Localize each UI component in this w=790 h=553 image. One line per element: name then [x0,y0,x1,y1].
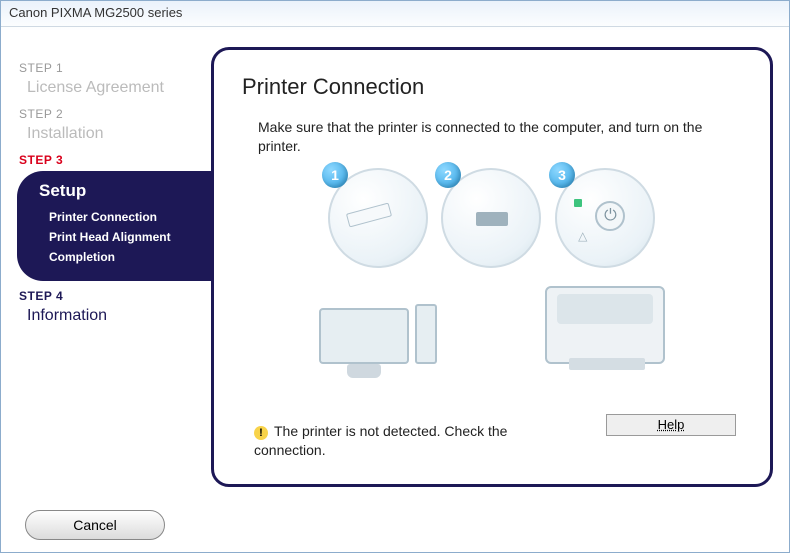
step-2-label: STEP 2 [19,107,211,121]
status-text: The printer is not detected. Check the c… [254,423,507,458]
printer-icon [545,276,665,364]
help-button[interactable]: Help [606,414,736,436]
step-3-name: Setup [39,181,195,201]
step-3-bubble: Setup Printer Connection Print Head Alig… [17,171,211,281]
usb-port-icon [476,212,508,226]
warning-icon: ! [254,426,268,440]
usb-plug-icon [346,203,392,228]
computer-icon [319,276,437,364]
step-4: STEP 4 Information [11,289,211,325]
step-4-name: Information [27,307,211,325]
badge-1: 1 [322,162,348,188]
step-3: STEP 3 Setup Printer Connection Print He… [11,153,211,281]
window-title: Canon PIXMA MG2500 series [9,5,182,20]
step-4-label: STEP 4 [19,289,211,303]
step-3-sub-printer-connection: Printer Connection [39,207,195,227]
cancel-button[interactable]: Cancel [25,510,165,540]
zoom-power-button-icon: 3 ⏻ △ [555,168,655,268]
zoom-usb-computer-icon: 1 [328,168,428,268]
instruction-text: Make sure that the printer is connected … [242,118,742,156]
step-3-label: STEP 3 [19,153,211,167]
main-panel: Printer Connection Make sure that the pr… [211,47,773,487]
status-message: !The printer is not detected. Check the … [254,422,554,460]
zoom-usb-printer-icon: 2 [441,168,541,268]
wizard-steps-sidebar: STEP 1 License Agreement STEP 2 Installa… [11,47,211,488]
power-led-icon [574,199,582,207]
step-1-label: STEP 1 [19,61,211,75]
step-2: STEP 2 Installation [11,107,211,143]
power-button-icon: ⏻ [595,201,625,231]
window-titlebar: Canon PIXMA MG2500 series [1,1,789,27]
connection-illustration: 1 2 3 [242,168,742,378]
page-title: Printer Connection [242,74,742,100]
badge-3: 3 [549,162,575,188]
step-1: STEP 1 License Agreement [11,61,211,97]
step-3-sub-print-head-alignment: Print Head Alignment [39,227,195,247]
badge-2: 2 [435,162,461,188]
alert-triangle-icon: △ [578,229,587,243]
step-2-name: Installation [27,125,211,143]
step-1-name: License Agreement [27,79,211,97]
step-3-sub-completion: Completion [39,247,195,267]
